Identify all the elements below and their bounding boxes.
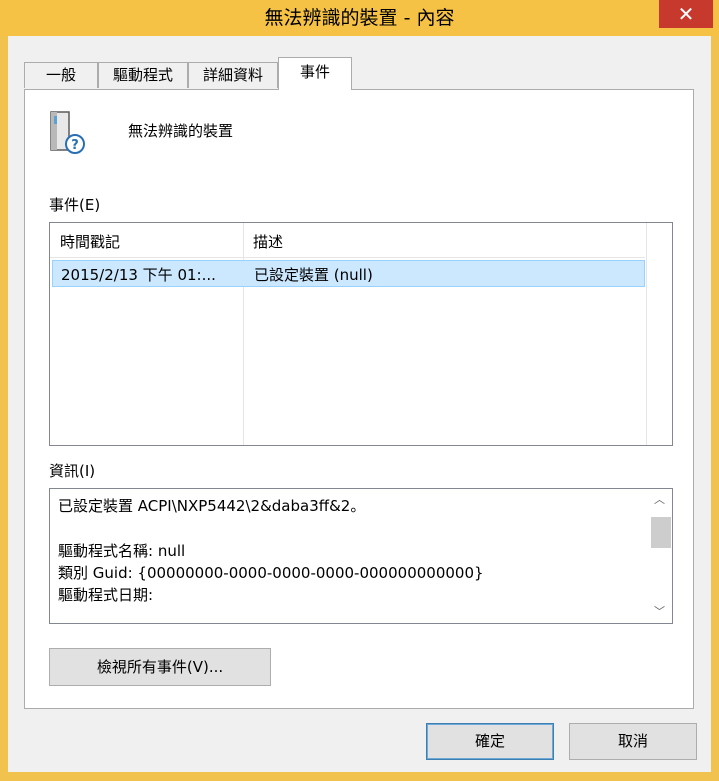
info-line: 已設定裝置 ACPI\NXP5442\2&daba3ff&2。 [58,497,366,515]
info-line: 類別 Guid: {00000000-0000-0000-0000-000000… [58,564,484,582]
info-textbox[interactable]: 已設定裝置 ACPI\NXP5442\2&daba3ff&2。 驅動程式名稱: … [49,488,673,624]
events-list-header: 時間戳記 描述 [50,223,645,258]
tab-details[interactable]: 詳細資料 [188,62,278,88]
column-header-timestamp[interactable]: 時間戳記 [60,231,120,252]
unknown-device-icon: ? [49,110,85,156]
info-line: 驅動程式名稱: null [58,542,186,560]
svg-text:?: ? [71,138,79,153]
events-list[interactable]: 時間戳記 描述 2015/2/13 下午 01:... 已設定裝置 (null) [49,222,673,446]
dialog-body: 一般 驅動程式 詳細資料 事件 ? 無法辨識的裝置 事件(E) 時間戳記 描述 [8,36,711,772]
vertical-scrollbar[interactable]: ︿ ﹀ [647,489,672,623]
device-name: 無法辨識的裝置 [128,122,234,140]
tab-driver[interactable]: 驅動程式 [98,62,188,88]
title-bar: 無法辨識的裝置 - 內容 ✕ [0,0,719,36]
info-line: 驅動程式日期: [58,586,154,604]
scroll-down-icon[interactable]: ﹀ [647,603,672,621]
column-header-description[interactable]: 描述 [253,231,283,252]
view-all-events-button[interactable]: 檢視所有事件(V)... [49,648,271,686]
table-row[interactable]: 2015/2/13 下午 01:... 已設定裝置 (null) [52,260,645,287]
column-divider [243,223,244,445]
tab-events[interactable]: 事件 [278,57,352,90]
cancel-button[interactable]: 取消 [569,723,697,760]
event-description: 已設定裝置 (null) [254,266,373,284]
ok-button[interactable]: 確定 [426,723,554,760]
tab-general[interactable]: 一般 [24,62,98,88]
events-panel: ? 無法辨識的裝置 事件(E) 時間戳記 描述 2015/2/13 下午 01:… [24,89,694,709]
info-label: 資訊(I) [49,462,96,480]
scroll-up-icon[interactable]: ︿ [647,491,672,509]
close-button[interactable]: ✕ [659,0,713,28]
scroll-thumb[interactable] [651,517,671,548]
events-label: 事件(E) [49,196,101,214]
window-title: 無法辨識的裝置 - 內容 [264,7,455,29]
event-timestamp: 2015/2/13 下午 01:... [61,266,216,284]
column-divider [646,223,647,445]
